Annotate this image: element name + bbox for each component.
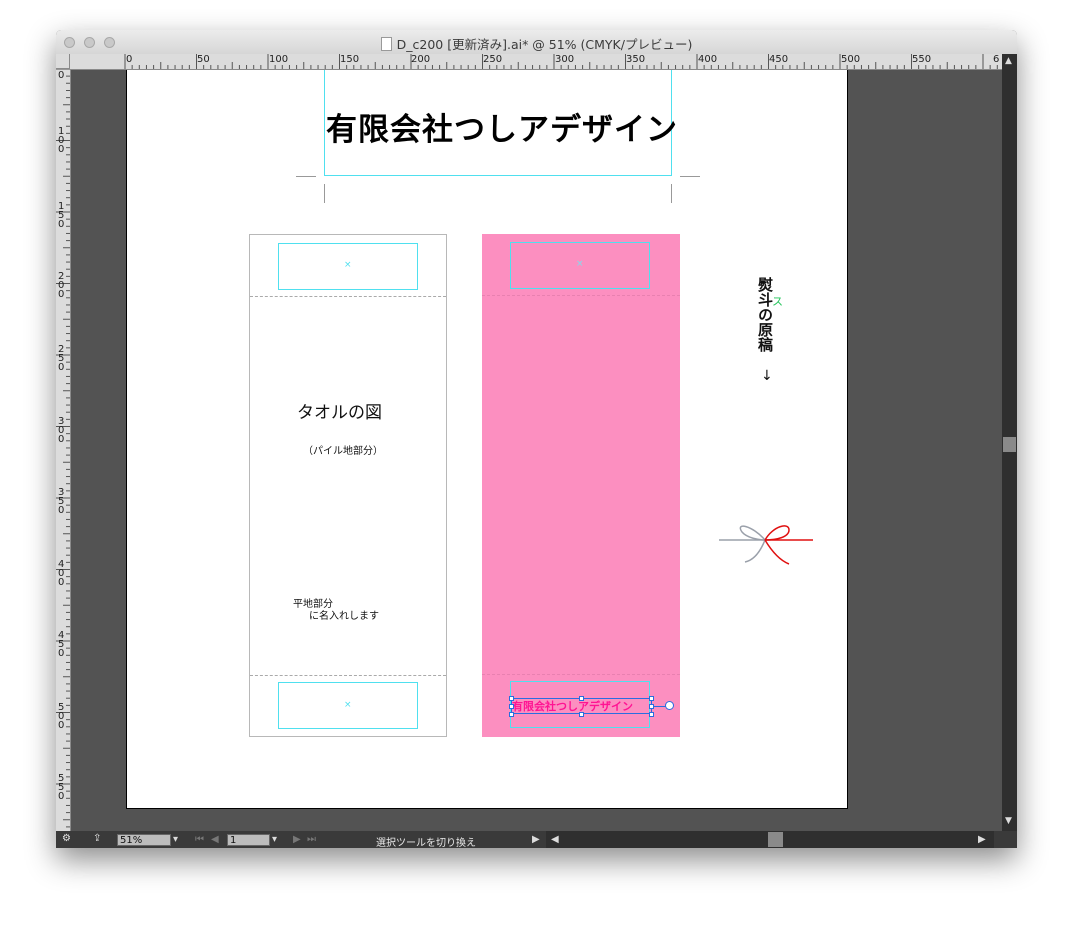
horizontal-scroll-thumb[interactable] — [768, 832, 783, 847]
ruler-label: 150 — [58, 201, 65, 230]
status-tool-hint[interactable]: 選択ツールを切り換え — [376, 834, 476, 848]
next-artboard-icon[interactable]: ▶ — [293, 831, 301, 848]
ruler-label: 150 — [340, 54, 360, 65]
fold-line — [250, 296, 446, 297]
ruler-label: 450 — [769, 54, 789, 65]
fold-line — [250, 675, 446, 676]
canvas[interactable]: 有限会社つしアデザイン × タオルの図 （パイル地部分） 平地部分 に名入れしま… — [71, 70, 1002, 831]
fold-line — [482, 295, 680, 296]
center-mark: × — [344, 260, 352, 270]
selection-handle[interactable] — [579, 696, 584, 701]
selection-handle[interactable] — [509, 696, 514, 701]
ruler-label: 250 — [483, 54, 503, 65]
noshi-label-overlay: ス — [772, 295, 783, 308]
center-mark: × — [576, 259, 584, 269]
status-bar: ⚙ ⇪ 51% ▾ ⏮ ◀ 1 ▾ ▶ ⏭ 選択ツールを切り換え ▶ ◀ ▶ — [56, 831, 1017, 848]
towel-right-pink[interactable]: × 有限会社つしアデザイン — [482, 234, 680, 737]
ruler-label: 500 — [58, 702, 65, 731]
window-title-text: D_c200 [更新済み].ai* @ 51% (CMYK/プレビュー) — [396, 37, 693, 52]
text-out-port[interactable] — [665, 701, 674, 710]
window-title: D_c200 [更新済み].ai* @ 51% (CMYK/プレビュー) — [56, 34, 1017, 53]
ruler-label: 50 — [197, 54, 210, 65]
ruler-label: 400 — [58, 559, 65, 588]
artboard-navigation-icon[interactable]: ⚙ — [62, 833, 71, 844]
crop-mark — [680, 176, 700, 177]
ruler-label: 200 — [58, 271, 65, 300]
zoom-select[interactable]: 51% — [117, 834, 171, 846]
selection-handle[interactable] — [649, 696, 654, 701]
noshi-label[interactable]: 熨斗の原稿 — [754, 277, 776, 352]
fold-line — [482, 674, 680, 675]
selection-handle[interactable] — [509, 704, 514, 709]
scroll-right-icon[interactable]: ▶ — [978, 831, 986, 848]
ruler-label: 6 — [993, 54, 1000, 65]
crop-mark — [324, 184, 325, 203]
title-bar: D_c200 [更新済み].ai* @ 51% (CMYK/プレビュー) — [56, 30, 1017, 55]
illustrator-window: D_c200 [更新済み].ai* @ 51% (CMYK/プレビュー) 0 5… — [56, 30, 1017, 848]
artboard-number-select[interactable]: 1 — [227, 834, 270, 846]
crop-mark — [296, 176, 316, 177]
mizuhiki-ribbon-icon[interactable] — [717, 520, 817, 570]
left-ruler[interactable]: 0 100 150 200 250 300 350 400 450 500 55… — [56, 69, 71, 831]
towel-left[interactable]: × タオルの図 （パイル地部分） 平地部分 に名入れします × — [249, 234, 447, 737]
last-artboard-icon[interactable]: ⏭ — [307, 831, 316, 848]
scroll-left-icon[interactable]: ◀ — [551, 831, 559, 848]
share-icon[interactable]: ⇪ — [93, 833, 101, 844]
ruler-origin[interactable] — [56, 54, 70, 69]
ruler-label: 100 — [58, 126, 65, 155]
down-arrow-icon: ↓ — [761, 368, 773, 384]
ruler-label: 400 — [698, 54, 718, 65]
top-ruler[interactable]: 0 50 100 150 200 250 300 350 400 450 500… — [70, 54, 1002, 70]
ruler-label: 350 — [58, 487, 65, 516]
vertical-scroll-thumb[interactable] — [1003, 437, 1016, 452]
artboard[interactable]: 有限会社つしアデザイン × タオルの図 （パイル地部分） 平地部分 に名入れしま… — [126, 70, 848, 809]
crop-mark — [671, 184, 672, 203]
towel-subtitle[interactable]: （パイル地部分） — [303, 442, 383, 457]
ruler-label: 350 — [626, 54, 646, 65]
selection-handle[interactable] — [579, 712, 584, 717]
zoom-dropdown-icon[interactable]: ▾ — [173, 831, 178, 848]
company-name-pink[interactable]: 有限会社つしアデザイン — [512, 698, 633, 714]
scroll-down-icon[interactable]: ▼ — [1005, 816, 1012, 826]
ruler-label: 500 — [841, 54, 861, 65]
document-icon — [380, 37, 392, 51]
previous-artboard-icon[interactable]: ◀ — [211, 831, 219, 848]
ruler-label: 450 — [58, 630, 65, 659]
resize-grip-icon[interactable] — [1002, 831, 1017, 848]
center-mark: × — [344, 700, 352, 710]
vertical-scrollbar[interactable]: ▲ ▼ — [1002, 54, 1017, 831]
company-name-heading[interactable]: 有限会社つしアデザイン — [326, 104, 678, 149]
ruler-label: 200 — [411, 54, 431, 65]
top-ruler-ticks — [124, 54, 998, 69]
towel-note-line2[interactable]: に名入れします — [309, 607, 379, 622]
horizontal-scrollbar[interactable]: ◀ ▶ — [546, 831, 994, 848]
ruler-label: 100 — [269, 54, 289, 65]
ruler-label: 550 — [58, 773, 65, 802]
artboard-dropdown-icon[interactable]: ▾ — [272, 831, 277, 848]
ruler-label: 300 — [58, 416, 65, 445]
ruler-label: 550 — [912, 54, 932, 65]
first-artboard-icon[interactable]: ⏮ — [195, 831, 204, 848]
scroll-up-icon[interactable]: ▲ — [1005, 56, 1012, 66]
towel-title[interactable]: タオルの図 — [297, 398, 382, 423]
ruler-label: 0 — [126, 54, 133, 65]
ruler-label: 0 — [58, 70, 65, 81]
ruler-label: 300 — [555, 54, 575, 65]
selection-handle[interactable] — [509, 712, 514, 717]
ruler-label: 250 — [58, 344, 65, 373]
status-menu-icon[interactable]: ▶ — [532, 831, 540, 848]
selection-handle[interactable] — [649, 712, 654, 717]
